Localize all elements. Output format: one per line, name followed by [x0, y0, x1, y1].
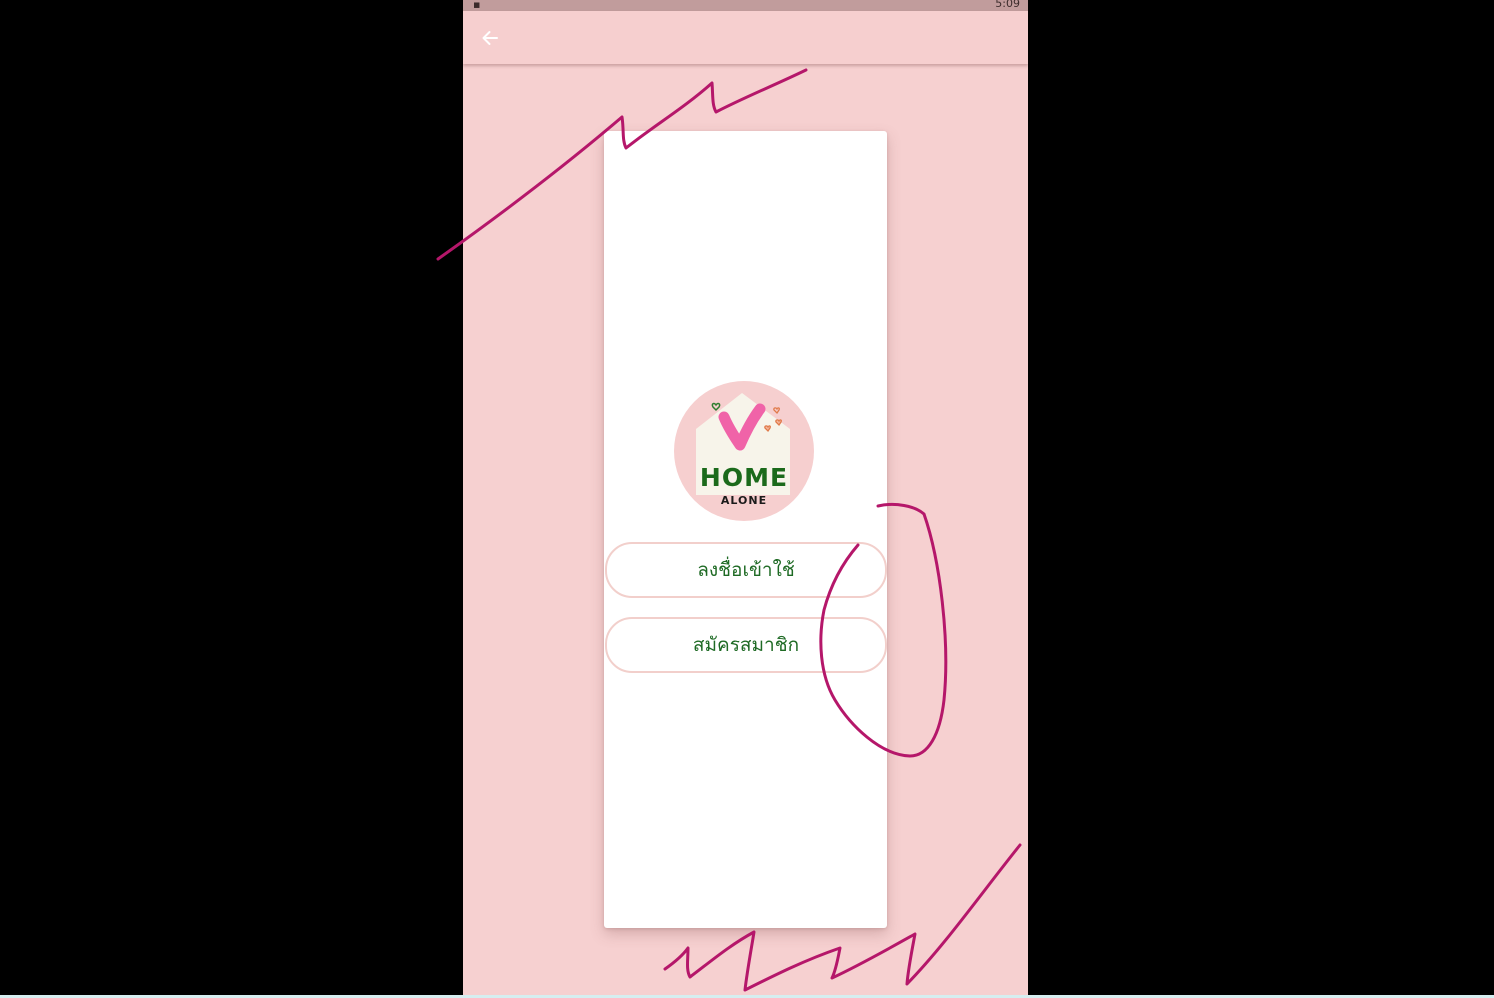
logo-title: HOME — [699, 463, 789, 492]
phone-screen: ▪ 5:09 HOME ALONE ลงชื่อเข้าใช้ สมัครสมา… — [463, 0, 1028, 998]
login-card: HOME ALONE ลงชื่อเข้าใช้ สมัครสมาชิก — [604, 131, 887, 928]
register-button[interactable]: สมัครสมาชิก — [605, 617, 887, 673]
arrow-left-icon — [482, 31, 498, 45]
notification-icon: ▪ — [473, 0, 481, 11]
app-logo: HOME ALONE — [674, 381, 814, 521]
app-bar — [463, 11, 1028, 64]
back-button[interactable] — [475, 23, 505, 53]
login-button[interactable]: ลงชื่อเข้าใช้ — [605, 542, 887, 598]
status-bar: ▪ 5:09 — [463, 0, 1028, 11]
logo-subtitle: ALONE — [720, 494, 768, 507]
status-time: 5:09 — [995, 0, 1020, 10]
